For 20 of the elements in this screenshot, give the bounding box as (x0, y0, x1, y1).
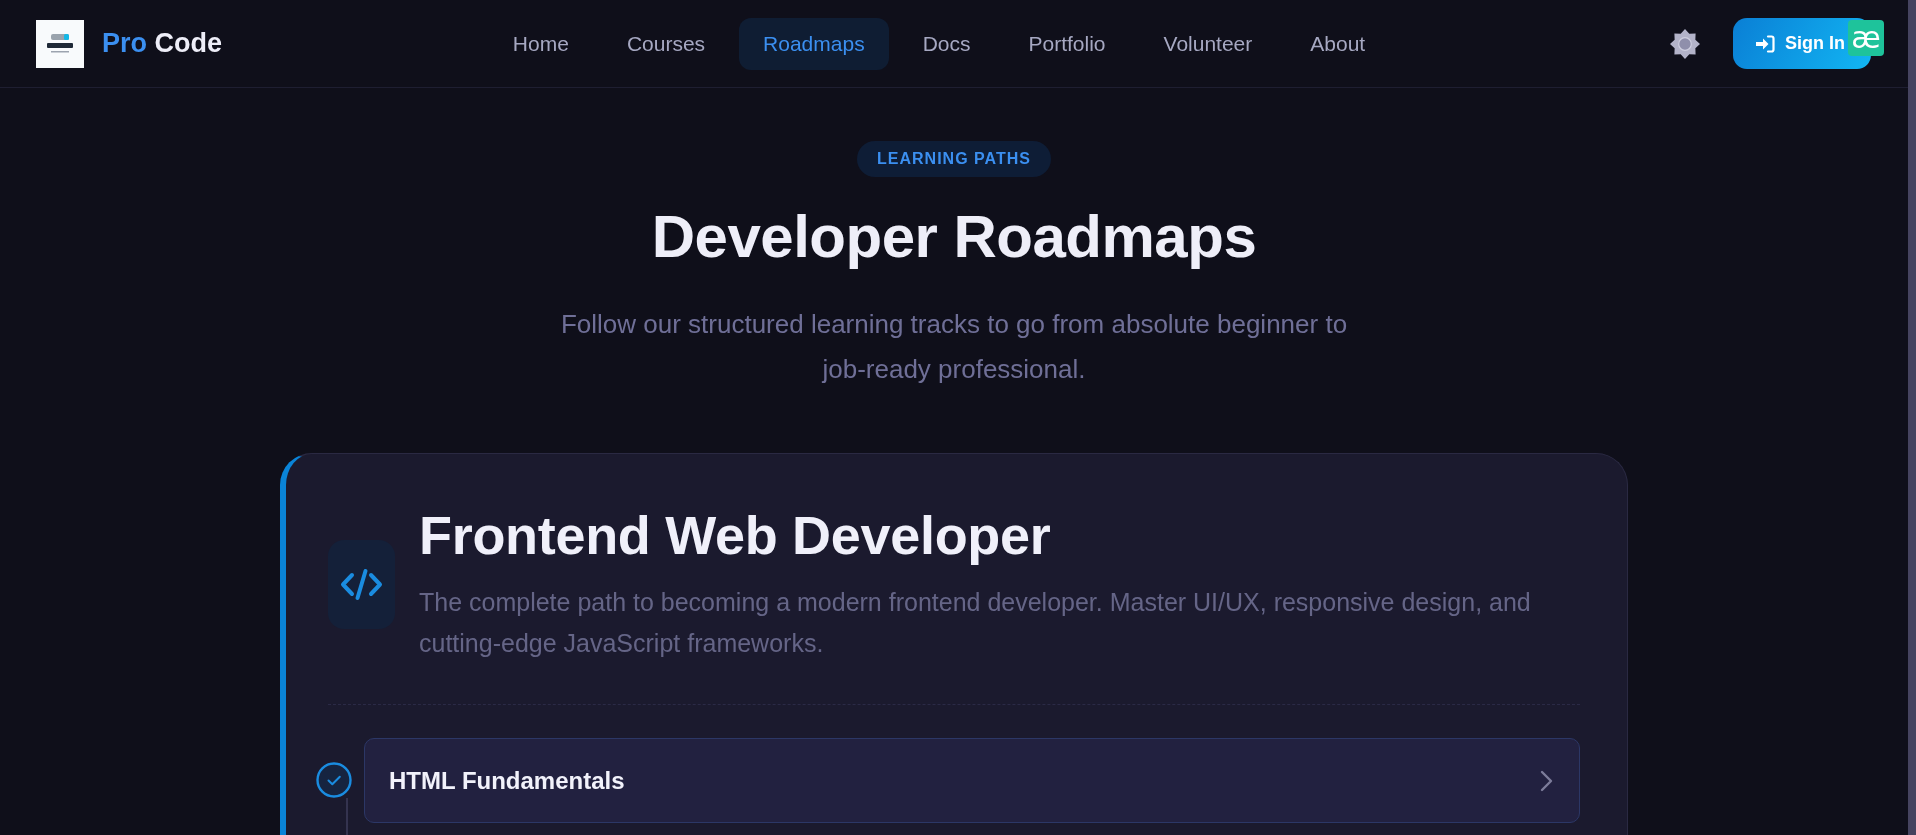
nav-link[interactable]: Home (488, 17, 593, 70)
nav-link[interactable]: Courses (602, 17, 730, 70)
roadmap-description: The complete path to becoming a modern frontend developer. Master UI/UX, responsive design, and cutting-edge JavaScript frameworks. (419, 587, 1532, 659)
page-title: Developer Roadmaps (651, 202, 1257, 272)
scrollbar-thumb[interactable] (1908, 0, 1916, 835)
brand-name[interactable]: Pro Code (102, 28, 223, 59)
section-badge: LEARNING PATHS (857, 141, 1051, 177)
logo-icon[interactable] (36, 19, 84, 68)
code-icon (328, 539, 395, 629)
nav-link[interactable]: Volunteer (1139, 17, 1277, 70)
nav-link[interactable]: About (1286, 17, 1390, 70)
chevron-right-icon (1539, 769, 1553, 792)
nav-link[interactable]: Portfolio (1004, 17, 1130, 70)
roadmap-step[interactable]: HTML Fundamentals (364, 738, 1580, 823)
nav-link[interactable]: Docs (898, 17, 995, 70)
roadmap-title: Frontend Web Developer (419, 504, 1052, 566)
sign-in-icon (1755, 33, 1775, 54)
page-subtitle: Follow our structured learning tracks to go from absolute beginner to job-ready professional. (559, 308, 1349, 386)
sun-icon[interactable] (1670, 28, 1700, 59)
nav-link[interactable]: Roadmaps (739, 17, 889, 70)
